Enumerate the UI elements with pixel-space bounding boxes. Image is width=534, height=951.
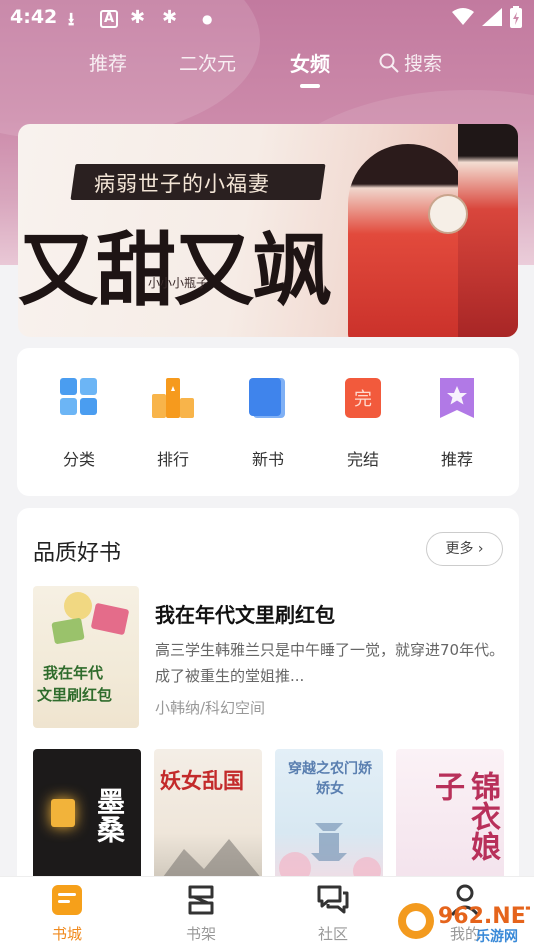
featured-book-meta: 小韩纳/科幻空间 [155, 699, 266, 717]
cover-illustration [51, 592, 129, 644]
complete-icon: 完 [342, 376, 384, 420]
book-cover-title: 妖女乱国 [160, 768, 244, 793]
book-cover-title: 墨桑 [93, 787, 126, 843]
nav-label: 书城 [51, 925, 82, 943]
nav-label: 书架 [185, 925, 216, 943]
quick-nav-label: 完结 [346, 450, 379, 469]
chevron-right-icon: › [477, 541, 484, 557]
quick-nav-card: 分类 排行 新书 完 完结 推荐 [17, 348, 519, 496]
featured-cover-text: 我在年代 [43, 664, 104, 682]
featured-book-title[interactable]: 我在年代文里刷红包 [155, 599, 335, 628]
banner-author: 小小小瓶子 [148, 276, 209, 290]
banner-title: 又甜又飒 [18, 223, 332, 317]
more-button[interactable]: 更多 › [426, 532, 503, 566]
tab-female[interactable]: 女频 [290, 48, 330, 77]
top-tab-bar: 推荐 二次元 女频 搜索 [0, 44, 534, 90]
bookshelf-icon [184, 883, 218, 917]
a-icon: A [100, 10, 119, 28]
tab-search[interactable]: 搜索 [378, 49, 442, 76]
banner-subtitle: 病弱世子的小福妻 [94, 172, 270, 196]
community-icon [316, 883, 350, 917]
quick-nav-recommend[interactable]: 推荐 [422, 376, 492, 470]
book-icon [247, 376, 289, 420]
bookstore-icon [50, 883, 84, 917]
battery-icon [510, 6, 522, 28]
tab-recommend[interactable]: 推荐 [89, 49, 127, 76]
banner-illustration-fan [428, 194, 468, 234]
banner-illustration-figure [348, 144, 468, 337]
star-icon [436, 376, 478, 420]
nav-label: 社区 [317, 925, 348, 943]
nav-bookshelf[interactable]: 书架 [161, 883, 241, 944]
wifi-icon [452, 8, 474, 25]
promo-banner[interactable]: 病弱世子的小福妻 又甜又飒 小小小瓶子 [18, 124, 518, 337]
book-cover-title: 穿越之农门娇娇女 [288, 761, 372, 797]
active-tab-indicator [300, 84, 320, 88]
bug-icon: ✱ [130, 7, 146, 28]
featured-book-cover[interactable]: 我在年代 文里刷红包 [33, 586, 139, 728]
quick-nav-category[interactable]: 分类 [44, 376, 114, 470]
watermark-logo: 962.NET 乐游网 [396, 897, 534, 945]
status-bar: 4:42 ⭳ A ✱ ✱ ● [0, 0, 534, 36]
book-cover[interactable]: 穿越之农门娇娇女 [275, 749, 383, 889]
book-cover-title: 锦衣娘子 [429, 771, 500, 861]
quick-nav-label: 排行 [156, 450, 189, 469]
svg-text:962.NET: 962.NET [438, 904, 530, 929]
rank-icon [152, 376, 194, 420]
section-title: 品质好书 [33, 541, 122, 566]
signal-icon [482, 8, 502, 26]
book-cover[interactable]: 锦衣娘子 [396, 749, 504, 889]
quick-nav-label: 分类 [62, 450, 95, 469]
download-icon: ⭳ [68, 9, 75, 30]
banner-illustration-figure [458, 124, 518, 337]
book-cover[interactable]: 墨桑 [33, 749, 141, 889]
bug-icon: ✱ [162, 7, 178, 28]
quick-nav-complete[interactable]: 完 完结 [328, 376, 398, 470]
featured-book-description: 高三学生韩雅兰只是中午睡了一觉，就穿进70年代。成了被重生的堂姐推... [155, 641, 505, 685]
book-cover[interactable]: 妖女乱国 [154, 749, 262, 889]
svg-text:完: 完 [354, 389, 372, 410]
more-button-label: 更多 [445, 541, 474, 557]
tab-anime[interactable]: 二次元 [179, 49, 236, 76]
quick-nav-label: 新书 [251, 450, 284, 469]
search-icon [379, 53, 399, 73]
tab-search-label: 搜索 [404, 53, 443, 75]
svg-text:乐游网: 乐游网 [476, 928, 518, 945]
pagoda-illustration [279, 823, 381, 883]
featured-cover-text: 文里刷红包 [37, 686, 113, 704]
status-time: 4:42 [10, 6, 58, 28]
quick-nav-label: 推荐 [440, 450, 473, 469]
quick-nav-new[interactable]: 新书 [233, 376, 303, 470]
nav-community[interactable]: 社区 [293, 883, 373, 944]
grid-icon [58, 376, 100, 420]
quick-nav-rank[interactable]: 排行 [138, 376, 208, 470]
quality-books-section: 品质好书 更多 › 我在年代 文里刷红包 我在年代文里刷红包 高三学生韩雅兰只是… [17, 508, 519, 908]
lantern-illustration [51, 799, 75, 827]
dot-icon: ● [202, 12, 213, 26]
nav-bookstore[interactable]: 书城 [27, 883, 107, 944]
